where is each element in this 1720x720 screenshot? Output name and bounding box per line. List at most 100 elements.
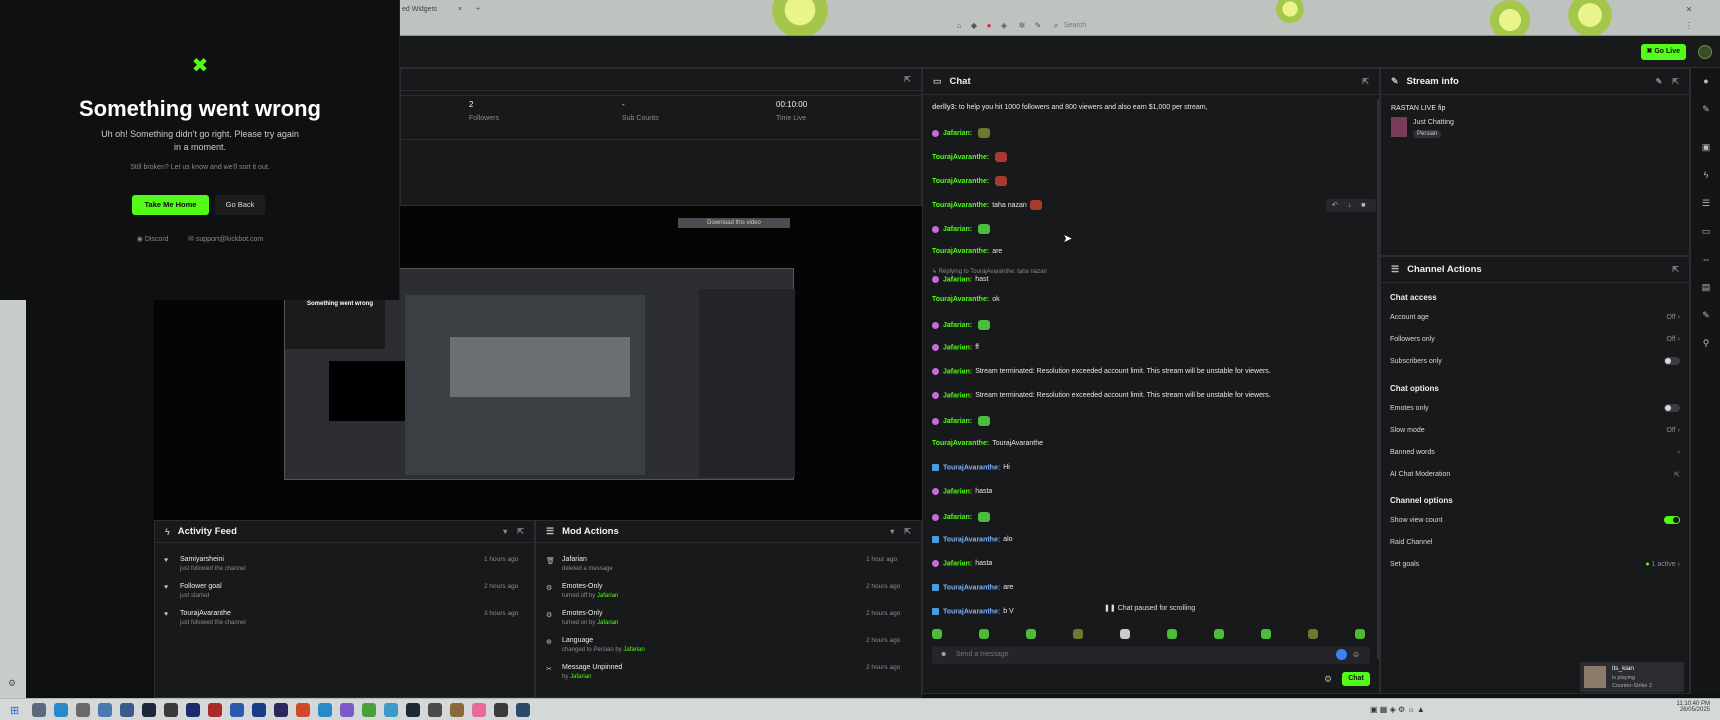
layout-icon[interactable]: ▣ (1701, 142, 1711, 152)
filter-icon[interactable]: ▾ (503, 527, 507, 536)
reply-icon[interactable]: ↶ (1332, 202, 1338, 209)
chat-username[interactable]: Jafarian: (943, 322, 972, 329)
extension-icon[interactable]: ◆ (970, 22, 978, 30)
go-live-button[interactable]: ✖ Go Live (1640, 44, 1686, 60)
tab-close-icon[interactable]: × (458, 6, 462, 20)
subscribers-only-toggle[interactable] (1664, 357, 1680, 365)
chat-username[interactable]: Jafarian: (943, 392, 972, 399)
slow-mode-row[interactable]: Slow mode Off › (1390, 427, 1680, 434)
game-notification[interactable]: its_kian is playing Counter-Strike 2 (1580, 662, 1684, 692)
settings-icon[interactable]: ✲ (1018, 22, 1026, 30)
app-icon-record[interactable] (296, 703, 310, 717)
emote-icon[interactable] (1261, 629, 1271, 639)
tool-icon[interactable]: ✎ (1034, 22, 1042, 30)
menu-icon[interactable]: ⋮ (1685, 22, 1693, 30)
ai-moderation-row[interactable]: AI Chat Moderation ⇱ (1390, 471, 1680, 479)
set-goals-row[interactable]: Set goals ● 1 active › (1390, 561, 1680, 568)
popout-icon[interactable]: ⇱ (1672, 265, 1679, 274)
app-icon-valorant[interactable] (472, 703, 486, 717)
settings-gear-icon[interactable]: ⚙ (8, 678, 16, 689)
chat-username[interactable]: TourajAvaranthe: (943, 584, 1000, 591)
account-age-row[interactable]: Account age Off › (1390, 314, 1680, 321)
clock[interactable]: 11:10:40 PM 26/05/2025 (1640, 701, 1710, 713)
raid-channel-row[interactable]: Raid Channel (1390, 539, 1680, 546)
browser-search[interactable]: Search (1064, 22, 1086, 35)
chat-paused-label[interactable]: ❚❚ Chat paused for scrolling (1104, 604, 1195, 612)
chat-username[interactable]: Jafarian: (943, 130, 972, 137)
app-icon-word[interactable] (230, 703, 244, 717)
app-icon-files[interactable] (76, 703, 90, 717)
app-icon-steam[interactable] (142, 703, 156, 717)
chat-username[interactable]: TourajAvaranthe: (932, 154, 989, 161)
chat-username[interactable]: Jafarian: (943, 276, 972, 283)
followers-only-row[interactable]: Followers only Off › (1390, 336, 1680, 343)
popout-icon[interactable]: ⇱ (904, 75, 911, 84)
popout-icon[interactable]: ⇱ (1672, 77, 1679, 86)
chat-username[interactable]: Jafarian: (943, 488, 972, 495)
tray-icon[interactable]: ▣ ▦ ◈ ⚙ ☼ ▲ (1370, 705, 1425, 714)
home-icon[interactable]: ⌂ (955, 22, 963, 30)
emote-icon[interactable] (1214, 629, 1224, 639)
chat-username[interactable]: TourajAvaranthe: (943, 608, 1000, 615)
start-menu-icon[interactable]: ⊞ (10, 704, 19, 717)
app-icon-store[interactable] (120, 703, 134, 717)
delete-icon[interactable]: ■ (1361, 202, 1365, 209)
new-tab-button[interactable]: + (476, 6, 480, 20)
emote-picker-icon[interactable]: ☻ (940, 651, 947, 658)
pen-icon[interactable]: ✎ (1701, 104, 1711, 114)
chat-settings-icon[interactable]: ⚙ (1324, 674, 1332, 685)
info-icon[interactable]: ● (1701, 76, 1711, 86)
expand-icon[interactable]: ⇔ (1701, 254, 1711, 264)
app-icon-folder[interactable] (384, 703, 398, 717)
chat-username[interactable]: Jafarian: (943, 514, 972, 521)
emoji-icon[interactable]: ☺ (1352, 650, 1360, 659)
discord-link[interactable]: Discord (145, 236, 169, 243)
document-icon[interactable]: ▤ (1701, 282, 1711, 292)
chat-username[interactable]: TourajAvaranthe: (943, 464, 1000, 471)
emote-icon[interactable] (1167, 629, 1177, 639)
chat-scrollbar[interactable] (1377, 99, 1379, 659)
list-icon[interactable]: ☰ (1701, 198, 1711, 208)
app-icon-obs[interactable] (428, 703, 442, 717)
app-icon-editor[interactable] (186, 703, 200, 717)
chat-username[interactable]: Jafarian: (943, 418, 972, 425)
emote-icon[interactable] (1073, 629, 1083, 639)
browser-tab[interactable]: ed Widgets (402, 6, 437, 20)
filter-icon[interactable]: ▾ (890, 527, 894, 536)
app-icon-media[interactable] (208, 703, 222, 717)
show-view-count-toggle[interactable] (1664, 516, 1680, 524)
email-link[interactable]: support@kickbot.com (196, 236, 263, 243)
pin-icon[interactable]: ⚲ (1701, 338, 1711, 348)
app-icon-steam-3[interactable] (516, 703, 530, 717)
chat-username[interactable]: Jafarian: (943, 368, 972, 375)
avatar[interactable] (1698, 45, 1712, 59)
shield-icon[interactable]: ◈ (1000, 22, 1008, 30)
chat-username[interactable]: Jafarian: (943, 560, 972, 567)
popout-icon[interactable]: ⇱ (1362, 77, 1369, 86)
app-icon-tools[interactable] (98, 703, 112, 717)
chat-username[interactable]: Jafarian: (943, 344, 972, 351)
app-icon-teams[interactable] (340, 703, 354, 717)
download-video-button[interactable]: Download this video (678, 218, 790, 228)
pin-icon[interactable]: ↓ (1348, 202, 1352, 209)
search-icon[interactable]: ⌕ (1052, 22, 1060, 30)
chat-username[interactable]: TourajAvaranthe: (932, 440, 989, 447)
edit-icon[interactable]: ✎ (1656, 77, 1663, 86)
bolt-icon[interactable]: ϟ (1701, 170, 1711, 180)
chat-icon[interactable]: ▭ (1701, 226, 1711, 236)
emote-icon[interactable] (1120, 629, 1130, 639)
emote-icon[interactable] (1026, 629, 1036, 639)
chat-username[interactable]: TourajAvaranthe: (932, 202, 989, 209)
emote-icon[interactable] (979, 629, 989, 639)
app-icon-steam-2[interactable] (406, 703, 420, 717)
chat-username[interactable]: TourajAvaranthe: (943, 536, 1000, 543)
go-back-button[interactable]: Go Back (215, 195, 265, 215)
chat-input[interactable]: ☻ Send a message ☺ (932, 646, 1370, 664)
notification-icon[interactable]: ● (985, 22, 993, 30)
popout-icon[interactable]: ⇱ (904, 527, 911, 536)
emote-icon[interactable] (932, 629, 942, 639)
app-icon-premiere[interactable] (274, 703, 288, 717)
app-icon-explorer[interactable] (54, 703, 68, 717)
take-me-home-button[interactable]: Take Me Home (132, 195, 209, 215)
window-close-icon[interactable]: ✕ (1685, 6, 1693, 14)
